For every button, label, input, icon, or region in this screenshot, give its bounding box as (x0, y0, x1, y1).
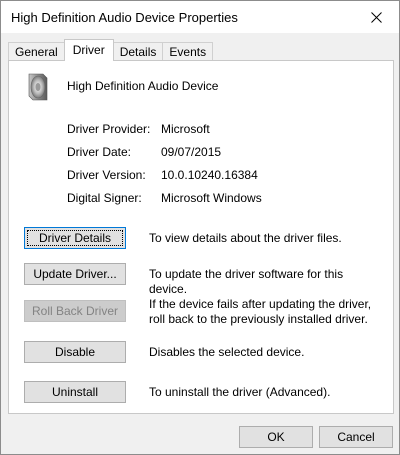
close-icon (370, 11, 382, 23)
device-name: High Definition Audio Device (67, 79, 219, 93)
properties-window: High Definition Audio Device Properties … (0, 0, 400, 455)
tab-driver[interactable]: Driver (63, 39, 114, 61)
tab-details[interactable]: Details (112, 42, 164, 61)
digital-signer-label: Digital Signer: (67, 191, 142, 205)
window-title: High Definition Audio Device Properties (11, 10, 238, 25)
disable-description: Disables the selected device. (149, 345, 305, 359)
driver-version-label: Driver Version: (67, 168, 146, 182)
disable-button[interactable]: Disable (24, 341, 126, 363)
driver-date-value: 09/07/2015 (161, 145, 222, 159)
ok-button[interactable]: OK (239, 426, 313, 448)
speaker-icon (28, 73, 48, 101)
driver-date-label: Driver Date: (67, 145, 132, 159)
title-bar: High Definition Audio Device Properties (1, 1, 399, 33)
driver-details-button[interactable]: Driver Details (24, 227, 126, 249)
update-driver-description: To update the driver software for this d… (149, 267, 344, 296)
uninstall-button[interactable]: Uninstall (24, 381, 126, 403)
tab-events[interactable]: Events (162, 42, 214, 61)
roll-back-driver-button: Roll Back Driver (24, 300, 126, 322)
cancel-button[interactable]: Cancel (319, 426, 393, 448)
tab-general[interactable]: General (8, 42, 65, 61)
driver-provider-value: Microsoft (161, 122, 210, 136)
driver-version-value: 10.0.10240.16384 (161, 168, 258, 182)
digital-signer-value: Microsoft Windows (161, 191, 262, 205)
roll-back-driver-description: If the device fails after updating the d… (149, 297, 372, 326)
driver-tab-panel: High Definition Audio Device Driver Prov… (8, 60, 394, 414)
close-button[interactable] (361, 5, 391, 29)
driver-provider-label: Driver Provider: (67, 122, 151, 136)
tab-strip: General Driver Details Events (8, 39, 214, 61)
update-driver-button[interactable]: Update Driver... (24, 263, 126, 285)
uninstall-description: To uninstall the driver (Advanced). (149, 385, 331, 399)
driver-details-description: To view details about the driver files. (149, 231, 342, 245)
